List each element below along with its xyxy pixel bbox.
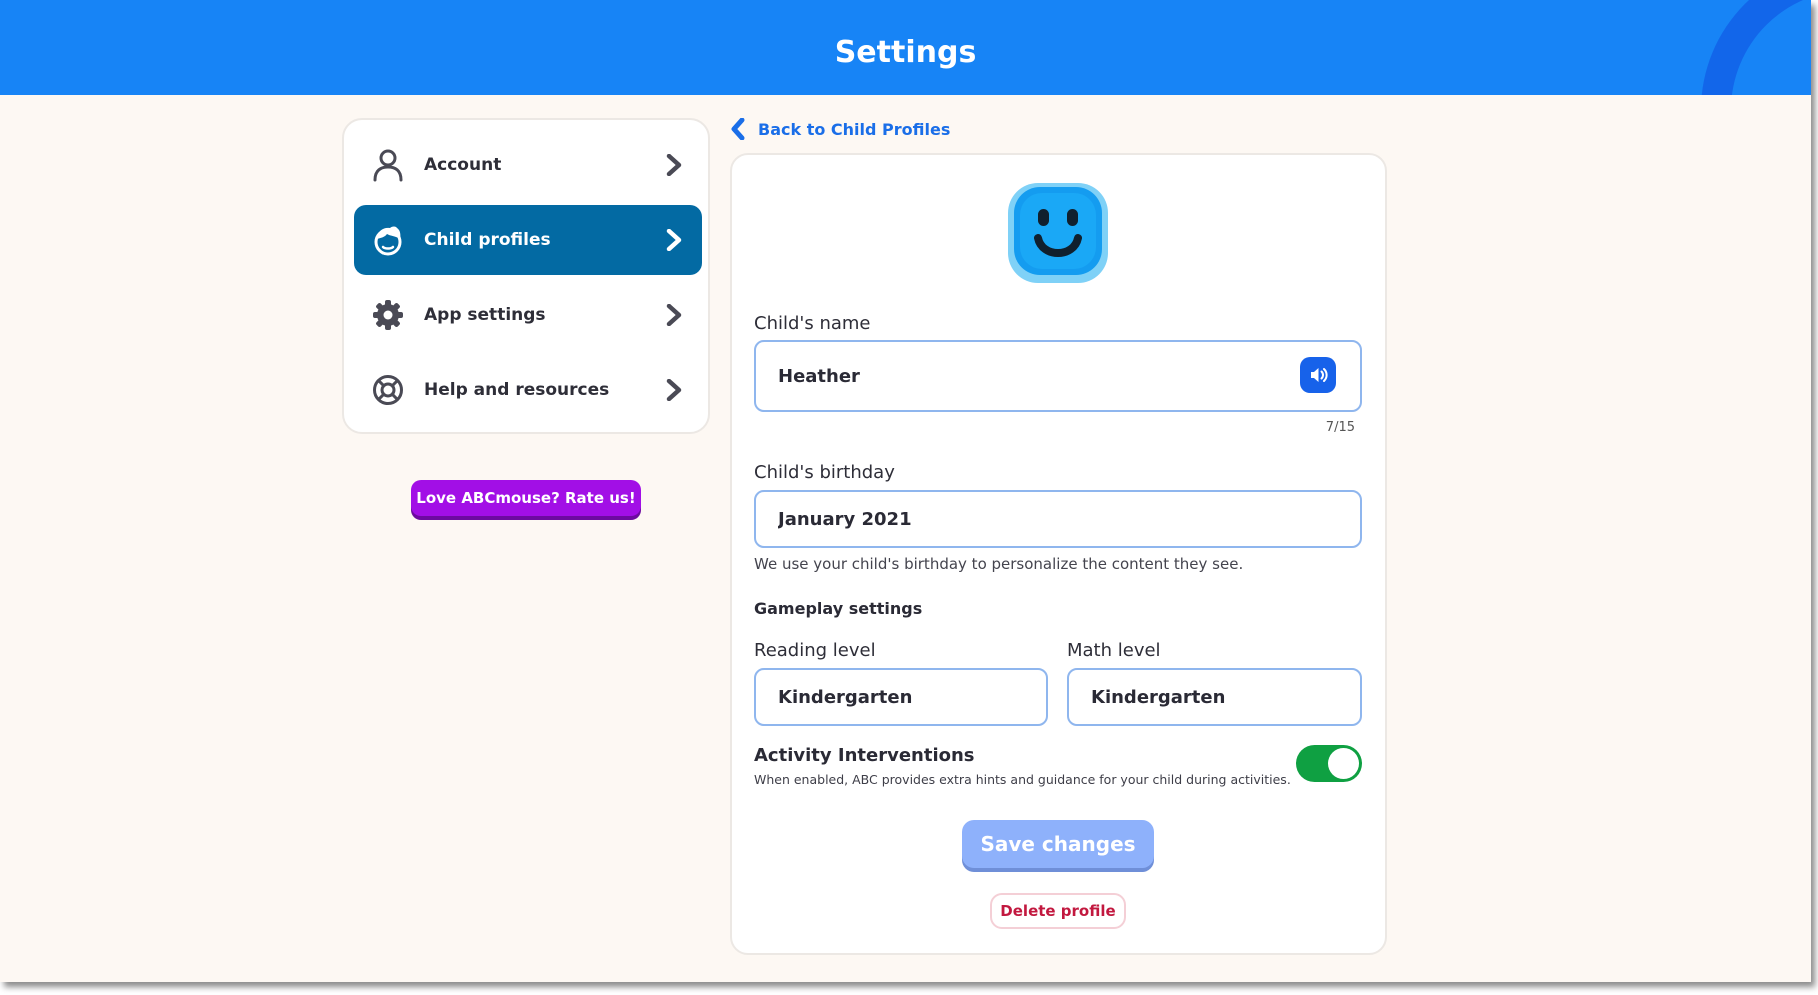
activity-interventions-title: Activity Interventions [754, 745, 975, 766]
gameplay-settings-heading: Gameplay settings [754, 599, 923, 618]
chevron-left-icon [731, 118, 745, 140]
user-icon [373, 149, 403, 182]
reading-level-label: Reading level [754, 640, 876, 661]
chevron-right-icon [666, 154, 682, 176]
delete-profile-button[interactable]: Delete profile [990, 893, 1126, 929]
sidebar-item-app-settings[interactable]: App settings [354, 280, 702, 350]
chevron-right-icon [666, 379, 682, 401]
rate-us-button[interactable]: Love ABCmouse? Rate us! [411, 480, 641, 516]
lifebuoy-icon [373, 375, 403, 405]
activity-interventions-toggle[interactable] [1296, 745, 1362, 782]
child-birthday-label: Child's birthday [754, 462, 895, 483]
page-title: Settings [834, 35, 977, 70]
sidebar-item-child-profiles[interactable]: Child profiles [354, 205, 702, 275]
birthday-help-text: We use your child's birthday to personal… [754, 555, 1244, 573]
back-link-label: Back to Child Profiles [758, 119, 951, 139]
gear-icon [373, 300, 403, 330]
header-bar: Settings [0, 0, 1811, 95]
math-level-select[interactable] [1067, 668, 1362, 726]
name-character-count: 7/15 [1325, 420, 1355, 435]
activity-interventions-description: When enabled, ABC provides extra hints a… [754, 772, 1291, 787]
chevron-right-icon [666, 304, 682, 326]
settings-app: Settings Account Child profiles App sett… [0, 0, 1811, 982]
child-face-icon [374, 226, 402, 256]
child-name-input[interactable] [754, 340, 1362, 412]
child-birthday-input[interactable] [754, 490, 1362, 548]
math-level-label: Math level [1067, 640, 1161, 661]
speaker-icon [1311, 368, 1328, 382]
sidebar-item-label: Help and resources [424, 380, 610, 400]
sidebar-item-label: Account [424, 155, 502, 175]
sidebar-item-label: App settings [424, 305, 546, 325]
settings-sidebar: Account Child profiles App settings Help… [342, 118, 710, 434]
toggle-knob [1328, 748, 1359, 779]
chevron-right-icon [666, 229, 682, 251]
sidebar-item-account[interactable]: Account [354, 130, 702, 200]
speak-name-button[interactable] [1300, 357, 1336, 393]
sidebar-item-label: Child profiles [424, 230, 551, 250]
reading-level-select[interactable] [754, 668, 1048, 726]
sidebar-item-help[interactable]: Help and resources [354, 355, 702, 425]
avatar[interactable] [1005, 180, 1111, 286]
child-name-label: Child's name [754, 313, 871, 334]
back-to-child-profiles-link[interactable]: Back to Child Profiles [730, 115, 950, 143]
save-changes-button[interactable]: Save changes [962, 820, 1154, 868]
